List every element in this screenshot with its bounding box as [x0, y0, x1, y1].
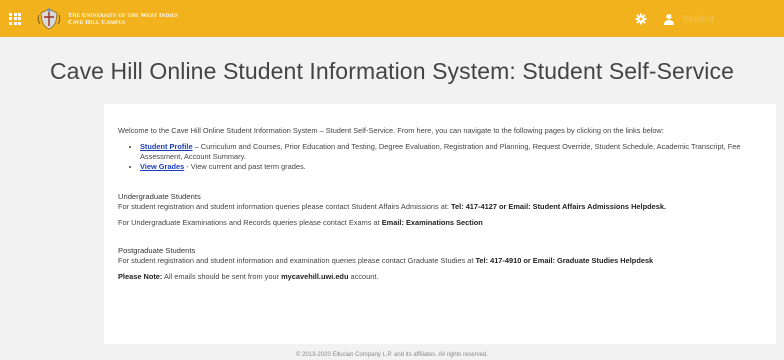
crest-icon — [37, 7, 61, 29]
university-name: The University of the West Indies Cave H… — [68, 12, 178, 26]
undergrad-contact-text: For student registration and student inf… — [118, 202, 760, 212]
university-logo[interactable]: The University of the West Indies Cave H… — [36, 6, 178, 32]
copyright-footer: © 2013-2020 Ellucian Company L.P. and it… — [296, 352, 488, 358]
student-profile-description: – Curriculum and Courses, Prior Educatio… — [140, 142, 741, 161]
undergrad-exams-prefix: For Undergraduate Examinations and Recor… — [118, 218, 382, 227]
postgrad-heading: Postgraduate Students — [118, 246, 196, 255]
note-label: Please Note: — [118, 272, 163, 281]
undergrad-tel-email: Tel: 417-4127 or Email: — [451, 202, 531, 211]
note-text-prefix: All emails should be sent from your — [162, 272, 282, 281]
top-bar: The University of the West Indies Cave H… — [0, 0, 784, 37]
view-grades-link[interactable]: View Grades — [140, 162, 184, 171]
view-grades-description: - View current and past term grades. — [184, 162, 306, 171]
app-grid-icon[interactable] — [8, 12, 22, 26]
undergrad-exams-text: For Undergraduate Examinations and Recor… — [118, 218, 760, 228]
list-item: View Grades - View current and past term… — [140, 162, 760, 172]
page-title: Cave Hill Online Student Information Sys… — [49, 58, 735, 84]
university-name-line1: The University of the West Indies — [68, 11, 178, 19]
student-profile-link[interactable]: Student Profile — [140, 142, 193, 151]
user-menu[interactable]: Student — [661, 11, 714, 27]
user-icon — [661, 11, 677, 27]
user-name: Student — [682, 13, 714, 24]
postgrad-contact-prefix: For student registration and student inf… — [118, 256, 476, 265]
email-note: Please Note: All emails should be sent f… — [118, 272, 760, 282]
undergrad-heading: Undergraduate Students — [118, 192, 201, 201]
list-item: Student Profile – Curriculum and Courses… — [140, 142, 760, 162]
main-content-panel: Welcome to the Cave Hill Online Student … — [104, 104, 776, 344]
link-list: Student Profile – Curriculum and Courses… — [118, 142, 760, 172]
gear-icon[interactable] — [633, 11, 649, 27]
note-text-suffix: account. — [348, 272, 379, 281]
postgrad-contact-text: For student registration and student inf… — [118, 256, 760, 266]
email-domain: mycavehill.uwi.edu — [281, 272, 349, 281]
examinations-section-email: Email: Examinations Section — [381, 218, 483, 227]
graduate-studies-helpdesk: Graduate Studies Helpdesk — [555, 256, 654, 265]
undergrad-contact-prefix: For student registration and student inf… — [118, 202, 452, 211]
welcome-text: Welcome to the Cave Hill Online Student … — [118, 126, 664, 135]
postgrad-tel-email: Tel: 417-4910 or Email: — [475, 256, 555, 265]
university-name-line2: Cave Hill Campus — [68, 18, 126, 26]
student-affairs-helpdesk: Student Affairs Admissions Helpdesk. — [530, 202, 666, 211]
